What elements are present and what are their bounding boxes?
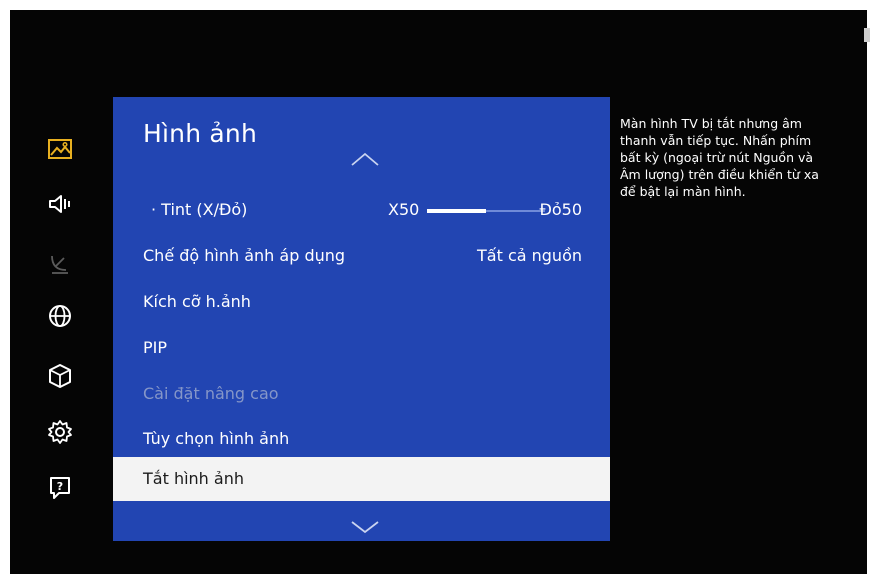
help-text: Màn hình TV bị tắt nhưng âm thanh vẫn ti… [620,116,819,199]
menu-item-expert-settings: Cài đặt nâng cao [113,372,610,416]
menu-item-picture-size[interactable]: Kích cỡ h.ảnh [113,280,610,324]
tint-slider[interactable] [427,209,545,213]
scroll-up-icon[interactable] [350,151,380,167]
menu-item-label: Cài đặt nâng cao [143,384,279,403]
menu-item-picture-options[interactable]: Tùy chọn hình ảnh [113,417,610,461]
picture-icon[interactable] [47,136,73,162]
sound-icon[interactable] [47,191,73,217]
menu-item-pip[interactable]: PIP [113,326,610,370]
menu-item-label: Tùy chọn hình ảnh [143,429,290,448]
menu-item-label: Tắt hình ảnh [143,469,244,488]
tint-label: · Tint (X/Đỏ) [151,200,248,219]
system-icon[interactable] [47,419,73,445]
settings-panel: Hình ảnh · Tint (X/Đỏ) X50 Đỏ50 Chế độ h… [113,97,610,541]
panel-title: Hình ảnh [143,119,257,148]
menu-item-value: Tất cả nguồn [477,246,582,265]
menu-item-label: Chế độ hình ảnh áp dụng [143,246,346,265]
menu-item-label: PIP [143,338,168,357]
edge-marker [864,28,870,42]
tint-left-value: X50 [388,200,420,219]
menu-item-picture-off[interactable]: Tắt hình ảnh [113,457,610,501]
menu-item-picture-mode-apply[interactable]: Chế độ hình ảnh áp dụng Tất cả nguồn [113,234,610,278]
menu-item-tint[interactable]: · Tint (X/Đỏ) X50 Đỏ50 [113,188,610,232]
svg-text:?: ? [57,480,63,493]
broadcast-icon[interactable] [47,250,73,276]
tint-slider-fill [427,209,486,213]
scroll-down-icon[interactable] [350,519,380,535]
smart-features-icon[interactable] [47,363,73,389]
support-icon[interactable]: ? [47,475,73,501]
menu-item-label: Kích cỡ h.ảnh [143,292,251,311]
network-icon[interactable] [47,303,73,329]
tint-right-value: Đỏ50 [539,200,582,219]
